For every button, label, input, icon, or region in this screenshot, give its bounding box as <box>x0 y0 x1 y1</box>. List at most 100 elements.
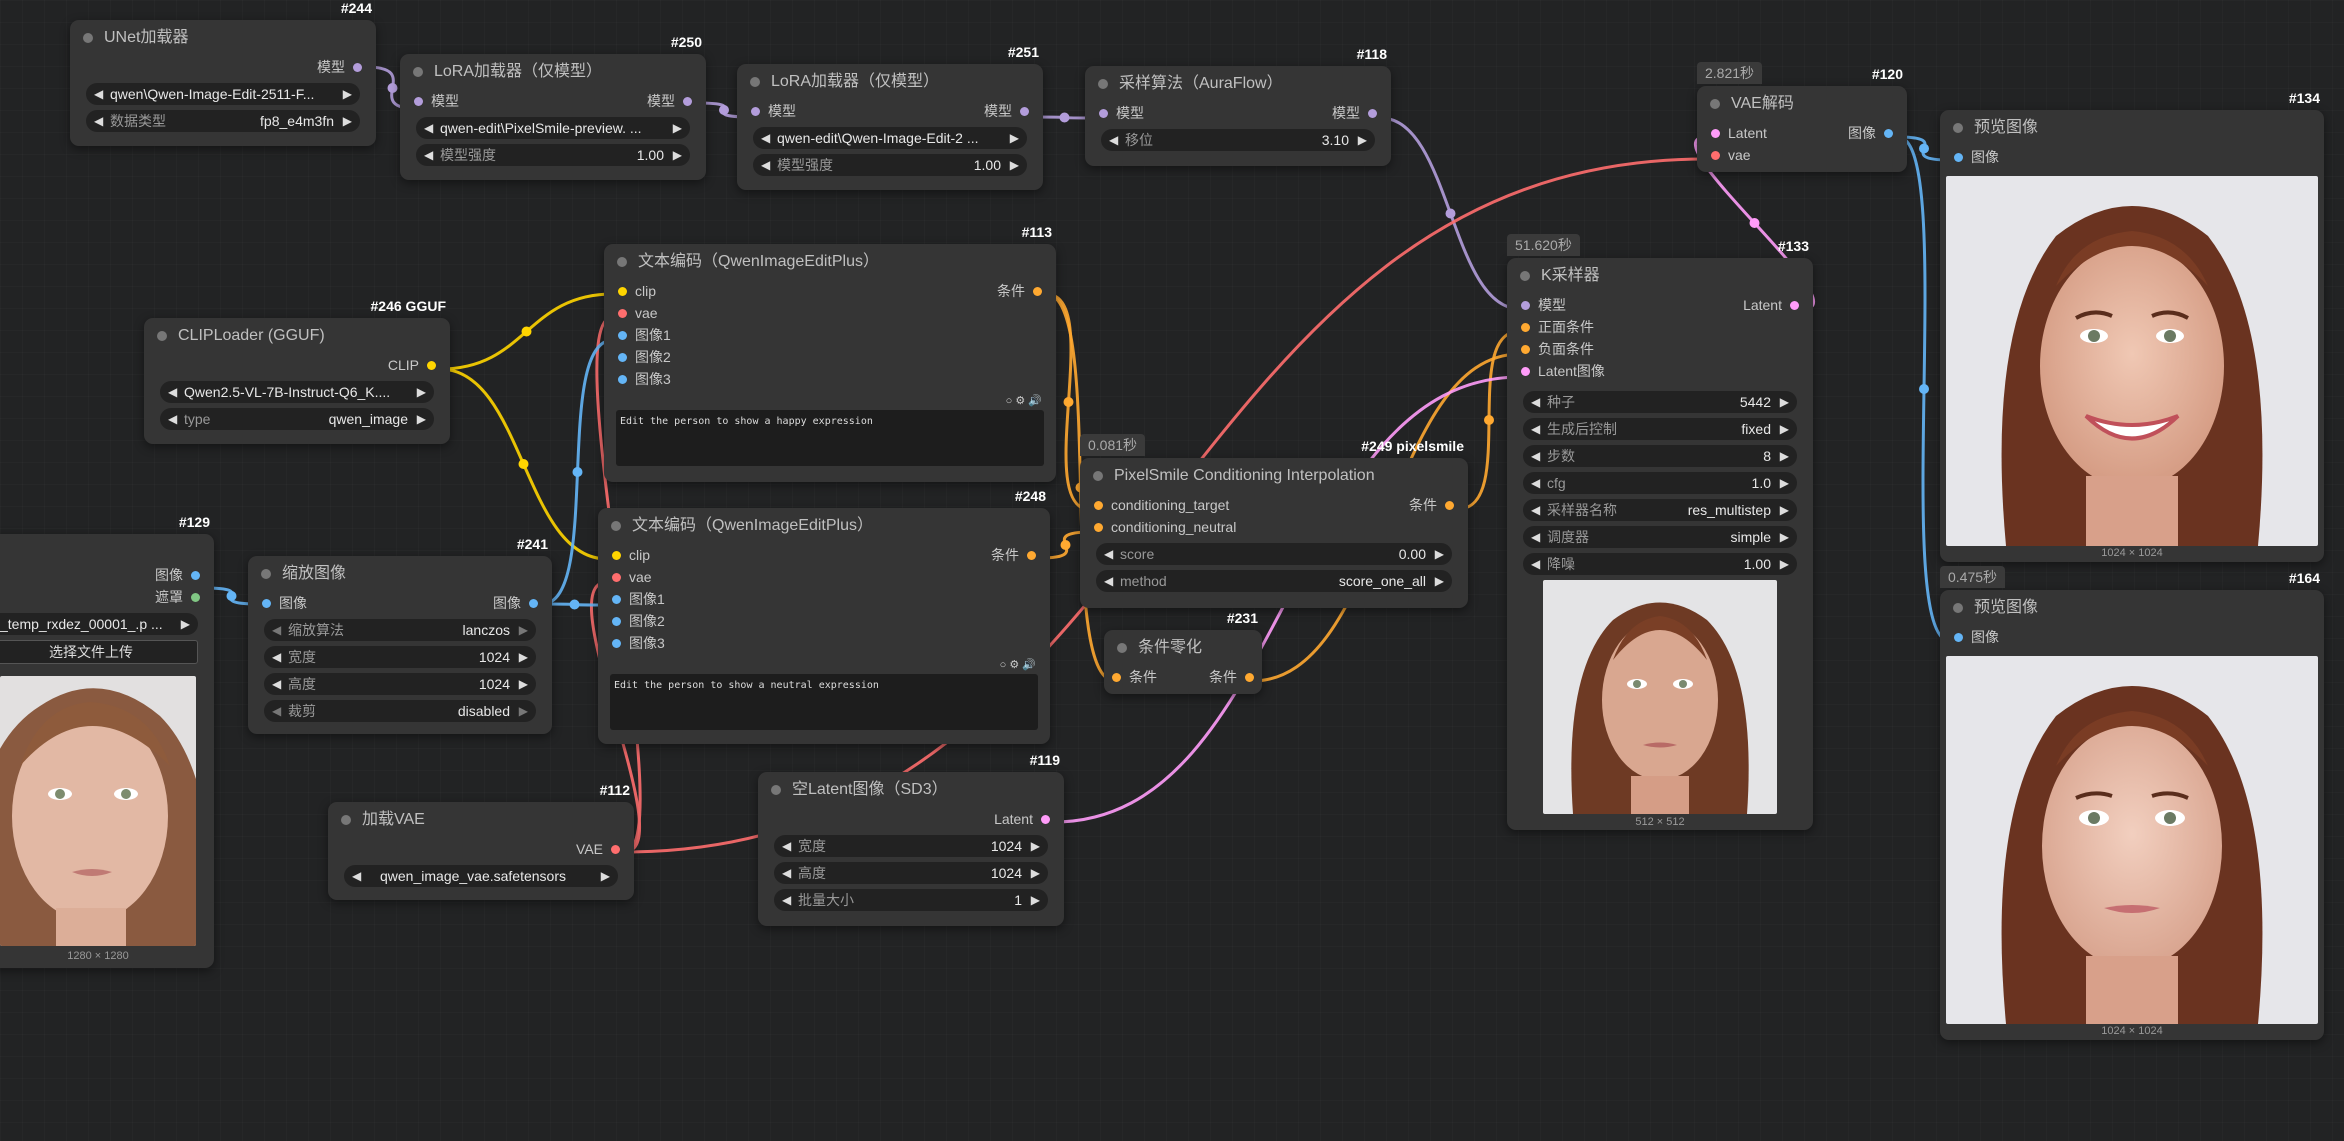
image-wire-midpoint[interactable] <box>1919 384 1929 394</box>
conditioning-wire-midpoint[interactable] <box>1484 415 1494 425</box>
text-encode-node-113[interactable]: #113 文本编码（QwenImageEditPlus） clip 条件 vae … <box>604 224 1056 482</box>
collapse-dot-icon[interactable] <box>413 67 423 77</box>
node-title[interactable]: LoRA加载器（仅模型） <box>400 54 706 90</box>
collapse-dot-icon[interactable] <box>750 77 760 87</box>
crop-combo[interactable]: ◀ 裁剪 disabled ▶ <box>264 700 536 722</box>
vae-name-combo[interactable]: ◀ qwen_image_vae.safetensors ▶ <box>344 865 618 887</box>
denoise-widget[interactable]: ◀ 降噪 1.00 ▶ <box>1523 553 1797 575</box>
node-title[interactable]: 缩放图像 <box>248 556 552 592</box>
node-title[interactable]: 条件零化 <box>1104 630 1262 666</box>
node-title[interactable]: VAE解码 <box>1697 86 1907 122</box>
model-wire-midpoint[interactable] <box>719 105 729 115</box>
cfg-widget[interactable]: ◀ cfg 1.0 ▶ <box>1523 472 1797 494</box>
clip-type-combo[interactable]: ◀ type qwen_image ▶ <box>160 408 434 430</box>
input-vae[interactable]: vae <box>1711 144 1751 166</box>
collapse-dot-icon[interactable] <box>771 785 781 795</box>
conditioning-wire-midpoint[interactable] <box>1063 397 1074 407</box>
node-title[interactable]: 空Latent图像（SD3） <box>758 772 1064 808</box>
method-combo[interactable]: ◀ method score_one_all ▶ <box>1096 570 1452 592</box>
scale-image-node[interactable]: #241 缩放图像 图像 图像 ◀ 缩放算法 lanczos ▶ ◀ 宽度 1024 ▶ ◀ 高… <box>248 536 552 734</box>
lora-name-combo[interactable]: ◀ qwen-edit\PixelSmile-preview. ... ▶ <box>416 117 690 139</box>
collapse-dot-icon[interactable] <box>1953 603 1963 613</box>
clip-wire[interactable] <box>439 367 608 561</box>
ksampler-node[interactable]: 51.620秒 #133 K采样器 模型 Latent 正面条件 负面条件 Lat… <box>1507 234 1813 830</box>
control-after-generate-widget[interactable]: ◀ 生成后控制 fixed ▶ <box>1523 418 1797 440</box>
node-title[interactable]: LoRA加载器（仅模型） <box>737 64 1043 100</box>
output-model[interactable]: 模型 <box>984 100 1029 122</box>
input-model[interactable]: 模型 <box>414 90 459 112</box>
clip-name-combo[interactable]: ◀ Qwen2.5-VL-7B-Instruct-Q6_K.... ▶ <box>160 381 434 403</box>
height-widget[interactable]: ◀ 高度 1024 ▶ <box>264 673 536 695</box>
image-wire-midpoint[interactable] <box>569 599 580 610</box>
upload-button[interactable]: 选择文件上传 <box>0 640 198 664</box>
input-vae[interactable]: vae <box>618 302 658 324</box>
clip-wire-midpoint[interactable] <box>521 326 532 337</box>
input-latent-image[interactable]: Latent图像 <box>1521 360 1605 382</box>
width-widget[interactable]: ◀ 宽度 1024 ▶ <box>264 646 536 668</box>
text-encode-node-248[interactable]: #248 文本编码（QwenImageEditPlus） clip 条件 vae … <box>598 488 1050 744</box>
input-image[interactable]: 图像 <box>1954 626 1999 648</box>
seed-widget[interactable]: ◀ 种子 5442 ▶ <box>1523 391 1797 413</box>
upscale-method-combo[interactable]: ◀ 缩放算法 lanczos ▶ <box>264 619 536 641</box>
width-widget[interactable]: ◀ 宽度 1024 ▶ <box>774 835 1048 857</box>
collapse-dot-icon[interactable] <box>1953 123 1963 133</box>
prompt-textarea[interactable]: Edit the person to show a happy expressi… <box>616 410 1044 466</box>
model-wire[interactable] <box>1380 116 1521 311</box>
dtype-combo[interactable]: ◀ 数据类型 fp8_e4m3fn ▶ <box>86 110 360 132</box>
collapse-dot-icon[interactable] <box>83 33 93 43</box>
output-clip[interactable]: CLIP <box>388 354 436 376</box>
steps-widget[interactable]: ◀ 步数 8 ▶ <box>1523 445 1797 467</box>
output-mask[interactable]: 遮罩 <box>155 586 200 608</box>
node-title[interactable]: UNet加载器 <box>70 20 376 56</box>
output-model[interactable]: 模型 <box>647 90 692 112</box>
output-image[interactable]: 图像 <box>493 592 538 614</box>
input-image2[interactable]: 图像2 <box>612 610 665 632</box>
batch-size-widget[interactable]: ◀ 批量大小 1 ▶ <box>774 889 1048 911</box>
preview-image-node-164[interactable]: 0.475秒 #164 预览图像 图像 1024 × 1024 <box>1940 566 2324 1040</box>
scheduler-widget[interactable]: ◀ 调度器 simple ▶ <box>1523 526 1797 548</box>
node-title[interactable]: K采样器 <box>1507 258 1813 294</box>
node-title[interactable]: 采样算法（AuraFlow） <box>1085 66 1391 102</box>
output-model[interactable]: 模型 <box>1332 102 1377 124</box>
node-title[interactable]: 预览图像 <box>1940 590 2324 626</box>
output-model[interactable]: 模型 <box>317 56 362 78</box>
sampler-name-widget[interactable]: ◀ 采样器名称 res_multistep ▶ <box>1523 499 1797 521</box>
lora-loader-node-250[interactable]: #250 LoRA加载器（仅模型） 模型 模型 ◀ qwen-edit\PixelS… <box>400 34 706 180</box>
collapse-dot-icon[interactable] <box>157 331 167 341</box>
image-wire-midpoint[interactable] <box>572 467 583 477</box>
latent-wire-midpoint[interactable] <box>1749 218 1760 228</box>
shift-slider[interactable]: ◀ 移位 3.10 ▶ <box>1101 129 1375 151</box>
input-vae[interactable]: vae <box>612 566 652 588</box>
input-positive[interactable]: 正面条件 <box>1521 316 1594 338</box>
conditioning-wire-midpoint[interactable] <box>1060 540 1071 550</box>
prompt-textarea[interactable]: Edit the person to show a neutral expres… <box>610 674 1038 730</box>
collapse-dot-icon[interactable] <box>261 569 271 579</box>
empty-latent-node[interactable]: #119 空Latent图像（SD3） Latent ◀ 宽度 1024 ▶ ◀ 高度 1… <box>758 752 1064 926</box>
input-conditioning-neutral[interactable]: conditioning_neutral <box>1094 516 1236 538</box>
model-wire-midpoint[interactable] <box>387 83 398 93</box>
widget-toolbar-icons[interactable]: ○ ⚙ 🔊 <box>1000 654 1036 676</box>
output-latent[interactable]: Latent <box>994 808 1050 830</box>
widget-toolbar-icons[interactable]: ○ ⚙ 🔊 <box>1006 390 1042 412</box>
lora-loader-node-251[interactable]: #251 LoRA加载器（仅模型） 模型 模型 ◀ qwen-edit\Qwen-I… <box>737 44 1043 190</box>
output-conditioning[interactable]: 条件 <box>1409 494 1454 516</box>
image-wire-midpoint[interactable] <box>1919 143 1929 154</box>
clip-loader-gguf-node[interactable]: #246 GGUF CLIPLoader (GGUF) CLIP ◀ Qwen2.… <box>144 298 450 444</box>
node-title[interactable]: CLIPLoader (GGUF) <box>144 318 450 354</box>
output-conditioning[interactable]: 条件 <box>991 544 1036 566</box>
unet-name-combo[interactable]: ◀ qwen\Qwen-Image-Edit-2511-F... ▶ <box>86 83 360 105</box>
height-widget[interactable]: ◀ 高度 1024 ▶ <box>774 862 1048 884</box>
input-model[interactable]: 模型 <box>1521 294 1566 316</box>
collapse-dot-icon[interactable] <box>617 257 627 267</box>
input-model[interactable]: 模型 <box>751 100 796 122</box>
clip-wire[interactable] <box>439 292 614 371</box>
output-conditioning[interactable]: 条件 <box>997 280 1042 302</box>
input-model[interactable]: 模型 <box>1099 102 1144 124</box>
input-image3[interactable]: 图像3 <box>612 632 665 654</box>
model-wire-midpoint[interactable] <box>1059 112 1070 123</box>
load-vae-node[interactable]: #112 加载VAE VAE ◀ qwen_image_vae.safetenso… <box>328 782 634 900</box>
sampling-auraflow-node[interactable]: #118 采样算法（AuraFlow） 模型 模型 ◀ 移位 3.10 ▶ <box>1085 46 1391 166</box>
input-image1[interactable]: 图像1 <box>612 588 665 610</box>
input-clip[interactable]: clip <box>618 280 656 302</box>
input-image1[interactable]: 图像1 <box>618 324 671 346</box>
